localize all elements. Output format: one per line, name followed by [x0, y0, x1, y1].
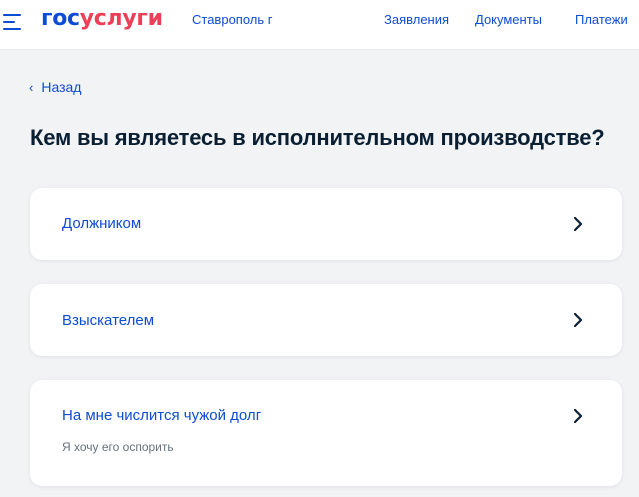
option-creditor[interactable]: Взыскателем: [30, 284, 622, 356]
chevron-left-icon: ‹: [29, 80, 34, 95]
top-header: госуслуги Ставрополь г Заявления Докумен…: [0, 0, 639, 50]
nav-applications[interactable]: Заявления: [384, 12, 449, 27]
nav-payments[interactable]: Платежи: [575, 12, 628, 27]
city-selector[interactable]: Ставрополь г: [192, 12, 273, 27]
option-dispute-debt[interactable]: На мне числится чужой долг Я хочу его ос…: [30, 380, 622, 486]
logo-part-gos: гос: [41, 6, 80, 31]
option-label: Должником: [62, 215, 142, 232]
page-title: Кем вы являетесь в исполнительном произв…: [30, 125, 605, 150]
option-sublabel: Я хочу его оспорить: [62, 440, 174, 454]
nav-documents[interactable]: Документы: [475, 12, 542, 27]
back-label: Назад: [41, 79, 82, 95]
chevron-right-icon: [573, 408, 583, 424]
logo-part-uslugi: услуги: [79, 6, 163, 31]
option-debtor[interactable]: Должником: [30, 188, 622, 260]
menu-icon[interactable]: [3, 13, 21, 31]
chevron-right-icon: [573, 216, 583, 232]
back-link[interactable]: ‹ Назад: [29, 79, 81, 97]
option-label: Взыскателем: [62, 312, 155, 329]
gosuslugi-logo[interactable]: госуслуги: [41, 6, 163, 34]
option-label: На мне числится чужой долг: [62, 407, 262, 424]
chevron-right-icon: [573, 312, 583, 328]
